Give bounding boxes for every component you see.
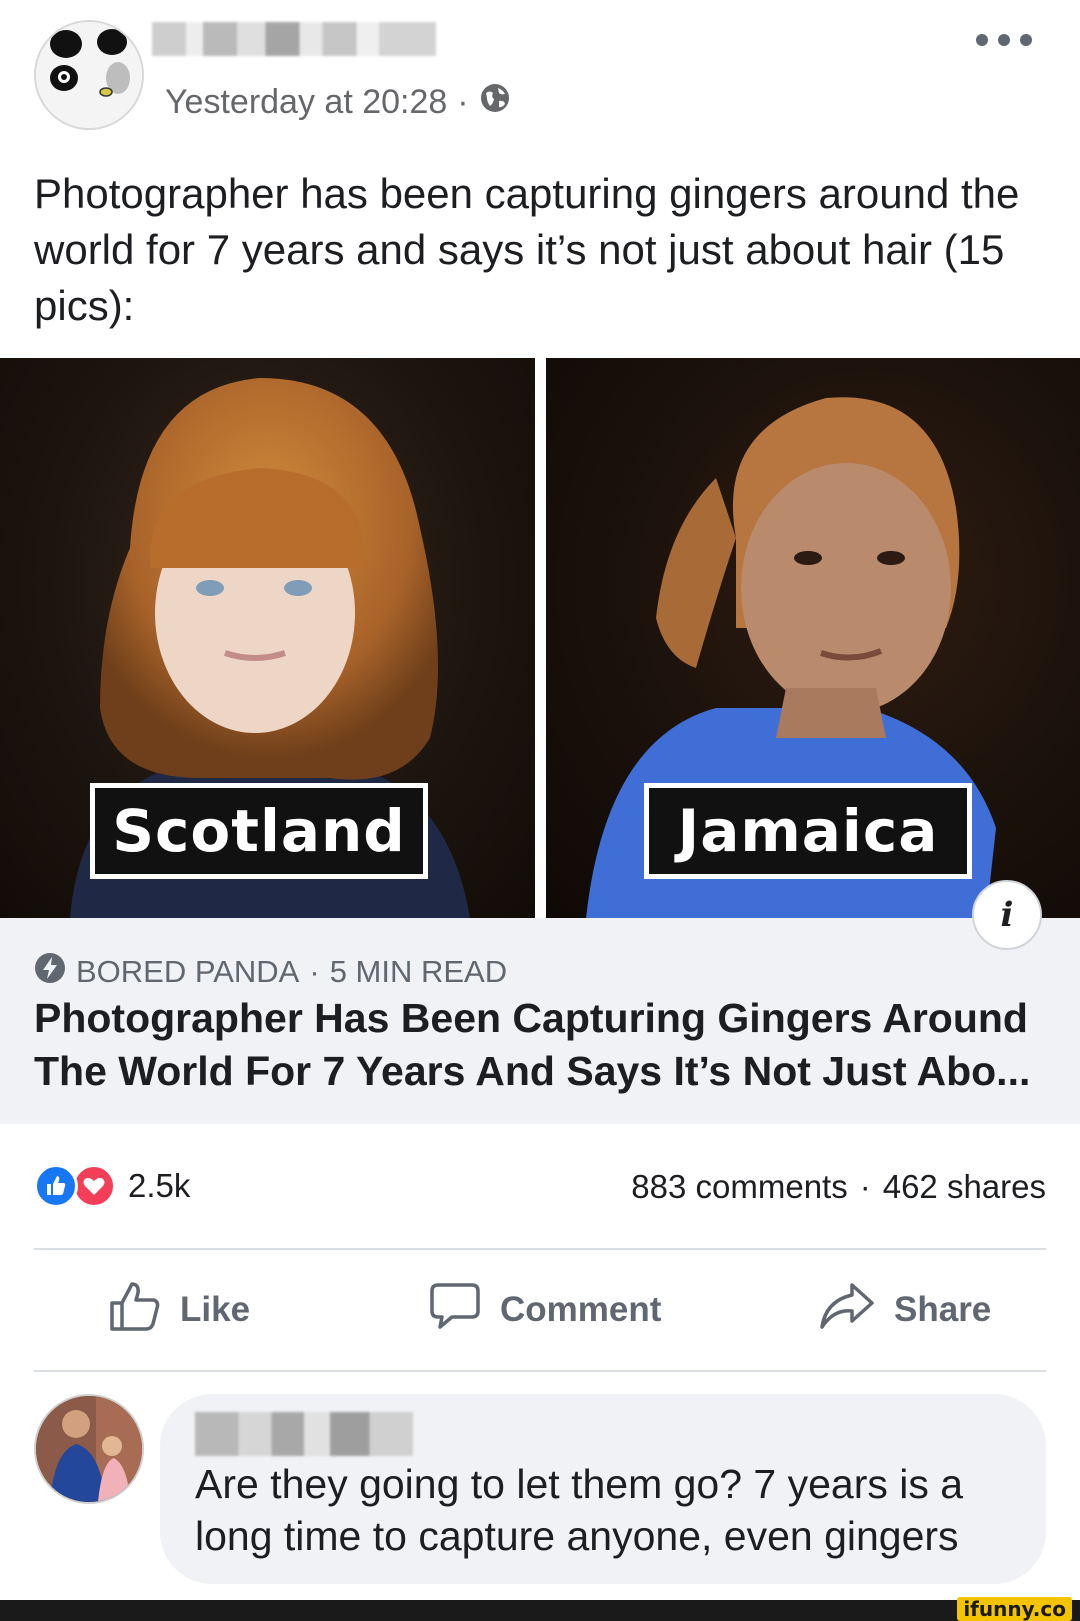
like-button[interactable]: Like <box>108 1280 250 1340</box>
link-source-row: BORED PANDA · 5 MIN READ <box>34 952 507 992</box>
photo-jamaica[interactable]: Jamaica <box>546 358 1080 918</box>
comment-count[interactable]: 883 comments <box>631 1168 847 1206</box>
comment-text: Are they going to let them go? 7 years i… <box>195 1461 964 1559</box>
share-label: Share <box>894 1290 992 1329</box>
comment-bubble[interactable]: Are they going to let them go? 7 years i… <box>160 1394 1046 1584</box>
country-label-scotland: Scotland <box>90 783 428 879</box>
divider <box>34 1248 1046 1250</box>
commenter-photo-image <box>36 1396 142 1502</box>
post-text: Photographer has been capturing gingers … <box>34 170 1020 329</box>
reaction-summary[interactable]: 2.5k <box>34 1164 190 1208</box>
reaction-count: 2.5k <box>128 1167 191 1204</box>
share-arrow-icon <box>818 1279 876 1342</box>
stats-separator: · <box>859 1168 871 1205</box>
commenter-name-redacted[interactable] <box>195 1412 413 1456</box>
globe-icon[interactable] <box>479 82 511 123</box>
link-source: BORED PANDA <box>76 954 300 989</box>
commenter-avatar[interactable] <box>34 1394 144 1504</box>
footer-bar <box>0 1600 1080 1621</box>
link-title[interactable]: Photographer Has Been Capturing Gingers … <box>34 992 1054 1098</box>
comment-label: Comment <box>500 1290 662 1329</box>
panda-avatar-image <box>36 22 142 128</box>
link-read-time: 5 MIN READ <box>329 954 508 989</box>
info-button[interactable]: i <box>972 880 1042 950</box>
like-reaction-icon <box>34 1164 78 1208</box>
like-label: Like <box>180 1290 251 1329</box>
more-dot-icon <box>976 34 988 46</box>
more-dot-icon <box>1020 34 1032 46</box>
meta-separator: · <box>457 82 469 121</box>
more-options-button[interactable] <box>976 26 1032 54</box>
love-reaction-icon <box>72 1164 116 1208</box>
post-meta: Yesterday at 20:28 · <box>165 80 511 124</box>
share-count[interactable]: 462 shares <box>883 1168 1046 1206</box>
more-dot-icon <box>998 34 1010 46</box>
lightning-icon <box>34 952 66 992</box>
divider <box>34 1370 1046 1372</box>
speech-bubble-icon <box>428 1279 482 1342</box>
thumbs-up-icon <box>108 1279 162 1342</box>
engagement-counts: 883 comments · 462 shares <box>631 1168 1046 1206</box>
photo-scotland[interactable]: Scotland <box>0 358 535 918</box>
source-separator: · <box>309 954 320 989</box>
country-label-jamaica: Jamaica <box>644 783 972 879</box>
comment-button[interactable]: Comment <box>428 1280 661 1340</box>
photo-divider <box>535 358 546 918</box>
share-button[interactable]: Share <box>818 1280 991 1340</box>
ifunny-watermark: ifunny.co <box>957 1597 1072 1621</box>
post-timestamp[interactable]: Yesterday at 20:28 <box>165 83 447 122</box>
author-name-redacted[interactable] <box>152 22 436 56</box>
author-avatar[interactable] <box>34 20 144 130</box>
